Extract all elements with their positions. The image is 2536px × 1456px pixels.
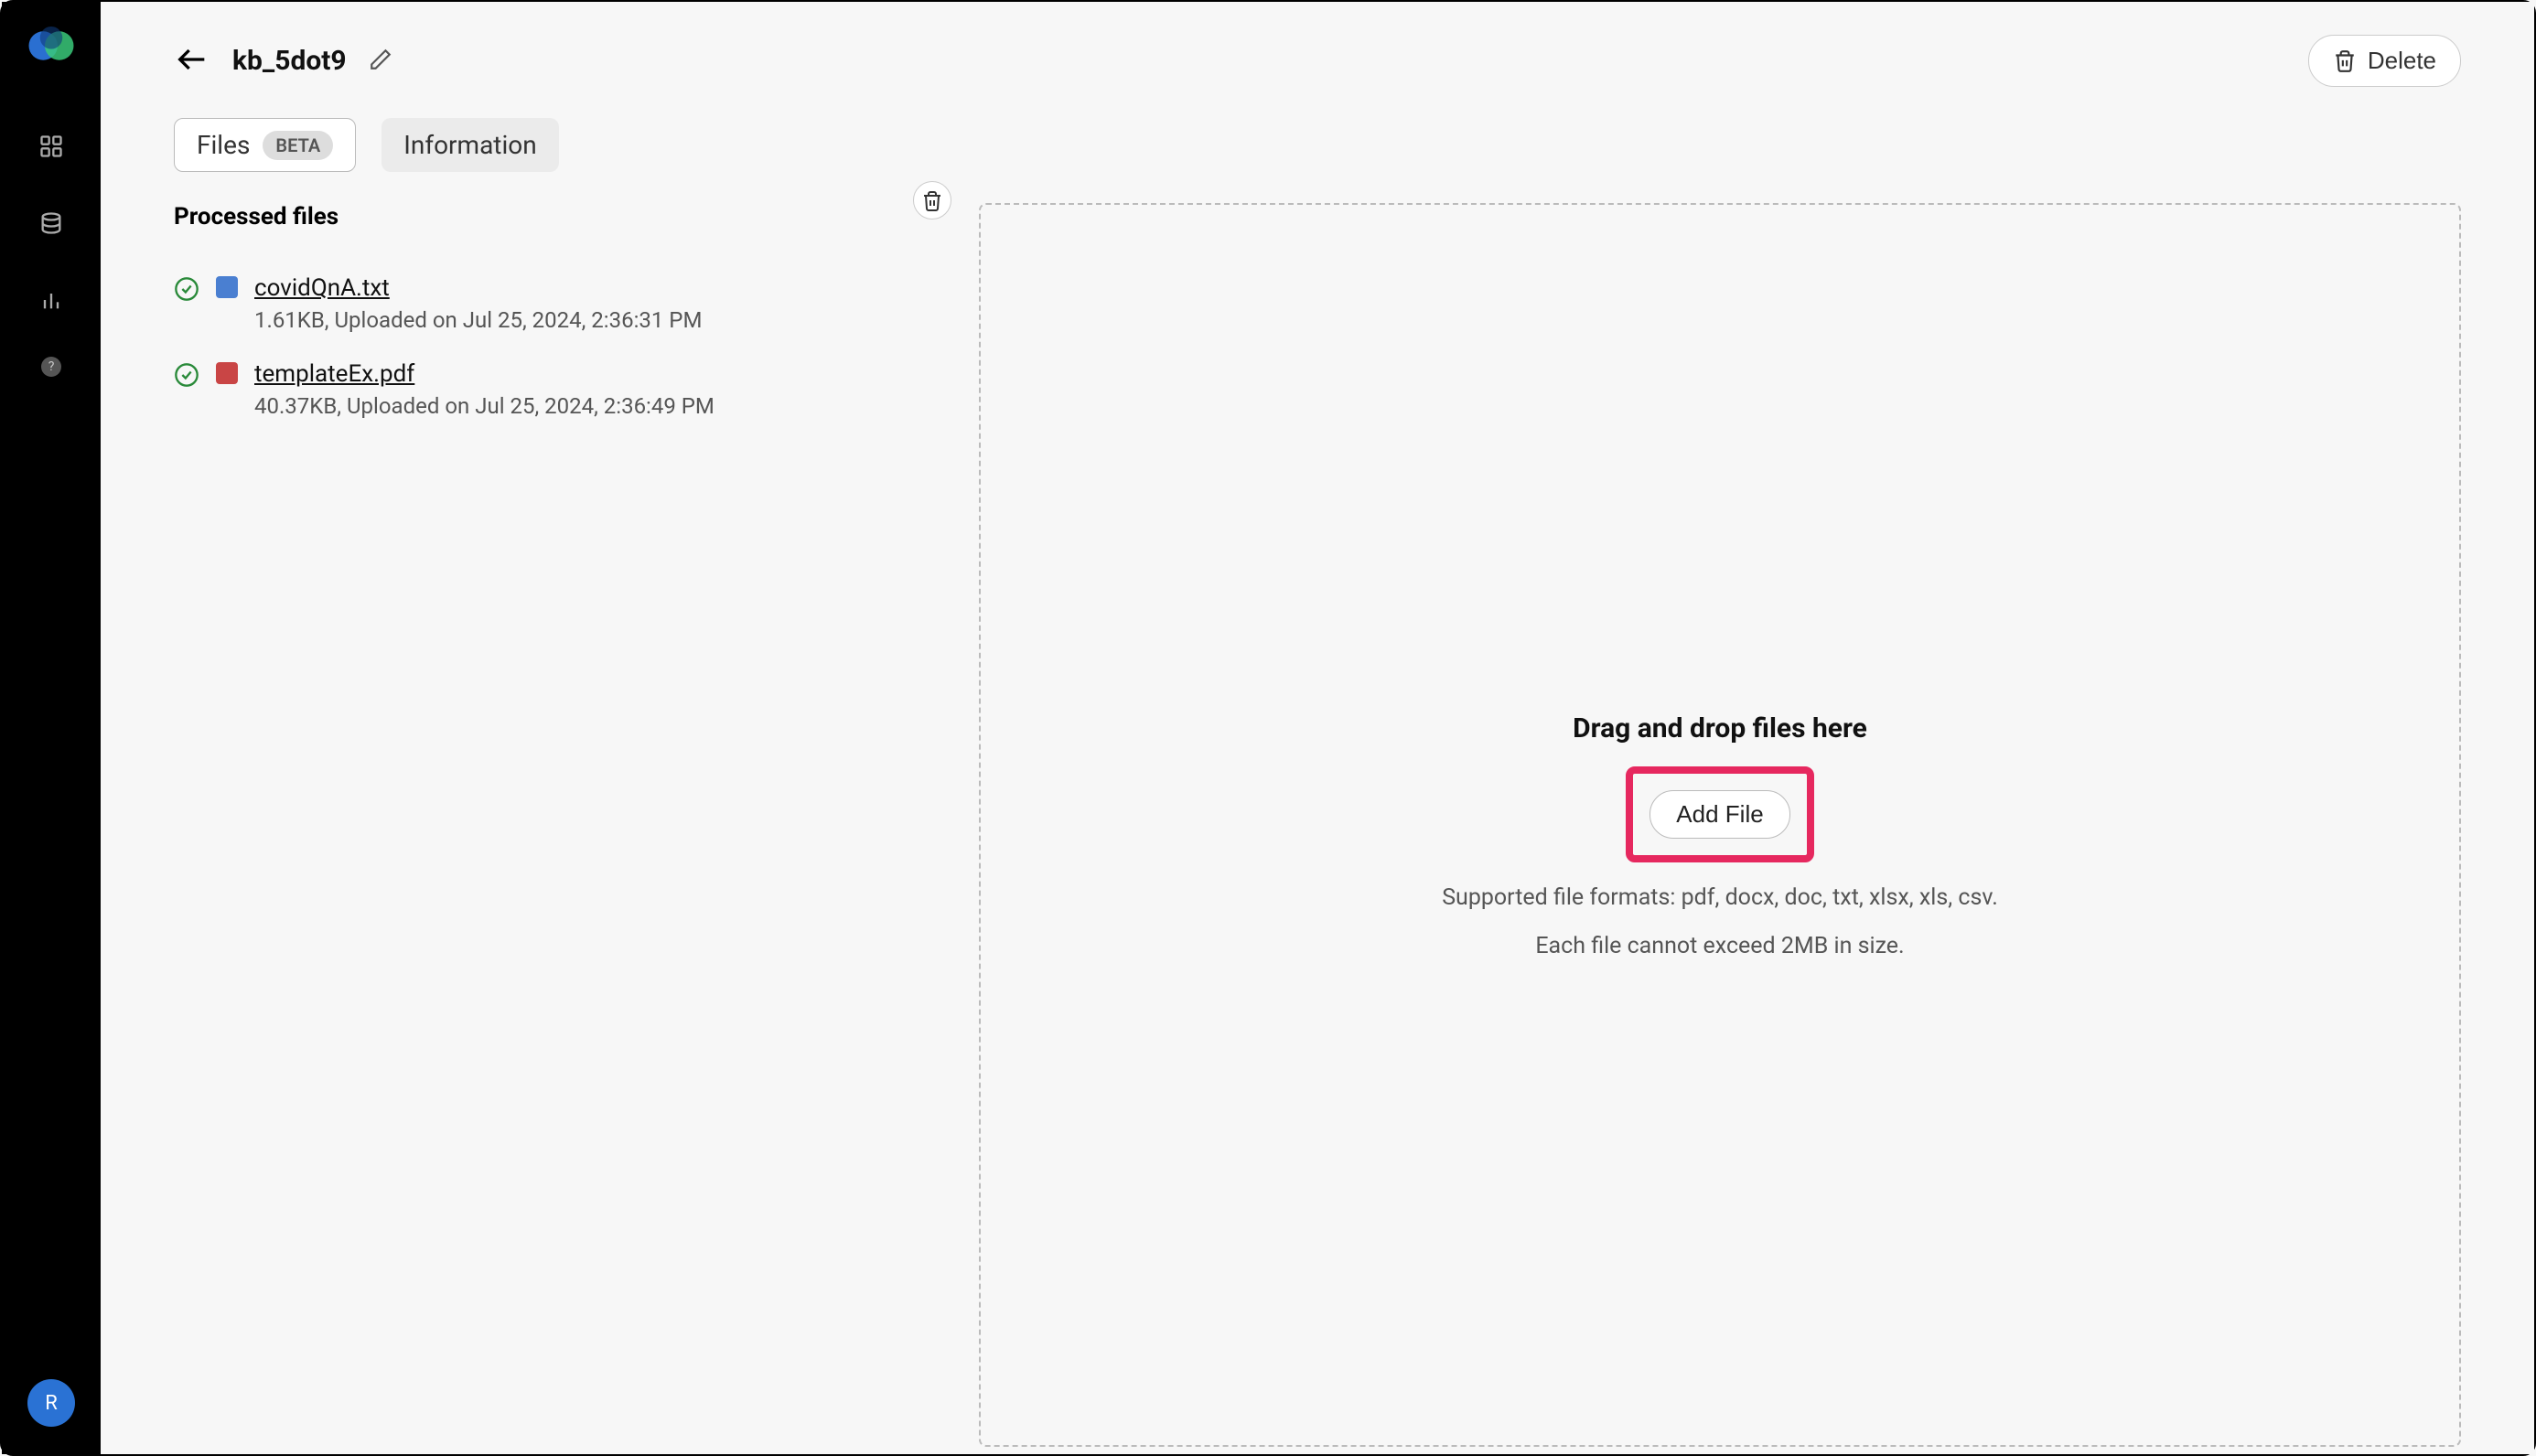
data-nav-icon[interactable] (31, 203, 71, 243)
processed-files-title: Processed files (174, 203, 338, 230)
file-drop-zone[interactable]: Drag and drop files here Add File Suppor… (979, 203, 2461, 1447)
beta-badge: BETA (263, 131, 333, 160)
file-item: covidQnA.txt 1.61KB, Uploaded on Jul 25,… (174, 274, 951, 333)
analytics-nav-icon[interactable] (31, 280, 71, 320)
drop-zone-title: Drag and drop files here (1573, 712, 1867, 744)
tab-information-label: Information (403, 130, 536, 160)
add-file-button[interactable]: Add File (1649, 790, 1789, 839)
file-meta: 40.37KB, Uploaded on Jul 25, 2024, 2:36:… (254, 393, 951, 419)
delete-button-label: Delete (2368, 47, 2436, 75)
supported-formats-text: Supported file formats: pdf, docx, doc, … (1442, 884, 1998, 911)
main-content: kb_5dot9 Delete Files BETA Information P… (101, 2, 2534, 1454)
txt-file-icon (216, 276, 238, 298)
file-item: templateEx.pdf 40.37KB, Uploaded on Jul … (174, 360, 951, 419)
dashboard-nav-icon[interactable] (31, 126, 71, 166)
content-area: Processed files covidQnA.txt 1.61KB, Upl… (174, 203, 2461, 1447)
tabs: Files BETA Information (174, 118, 2461, 172)
file-name-link[interactable]: covidQnA.txt (254, 274, 951, 302)
page-title: kb_5dot9 (232, 45, 347, 77)
page-header: kb_5dot9 Delete (174, 35, 2461, 87)
size-limit-text: Each file cannot exceed 2MB in size. (1535, 933, 1904, 959)
file-name-link[interactable]: templateEx.pdf (254, 360, 951, 388)
bulk-delete-icon[interactable] (913, 181, 951, 219)
edit-title-icon[interactable] (369, 48, 392, 75)
add-file-highlight: Add File (1626, 766, 1813, 862)
file-meta: 1.61KB, Uploaded on Jul 25, 2024, 2:36:3… (254, 307, 951, 333)
tab-files-label: Files (197, 130, 250, 160)
webex-logo-icon[interactable] (26, 20, 77, 71)
user-avatar[interactable]: R (27, 1379, 75, 1427)
sidebar: ? R (2, 2, 101, 1454)
back-button[interactable] (174, 41, 210, 81)
help-icon[interactable]: ? (41, 357, 61, 377)
tab-files[interactable]: Files BETA (174, 118, 356, 172)
check-circle-icon (174, 276, 199, 302)
files-column: Processed files covidQnA.txt 1.61KB, Upl… (174, 203, 951, 1447)
check-circle-icon (174, 362, 199, 388)
delete-button[interactable]: Delete (2308, 35, 2461, 87)
tab-information[interactable]: Information (381, 118, 558, 172)
pdf-file-icon (216, 362, 238, 384)
